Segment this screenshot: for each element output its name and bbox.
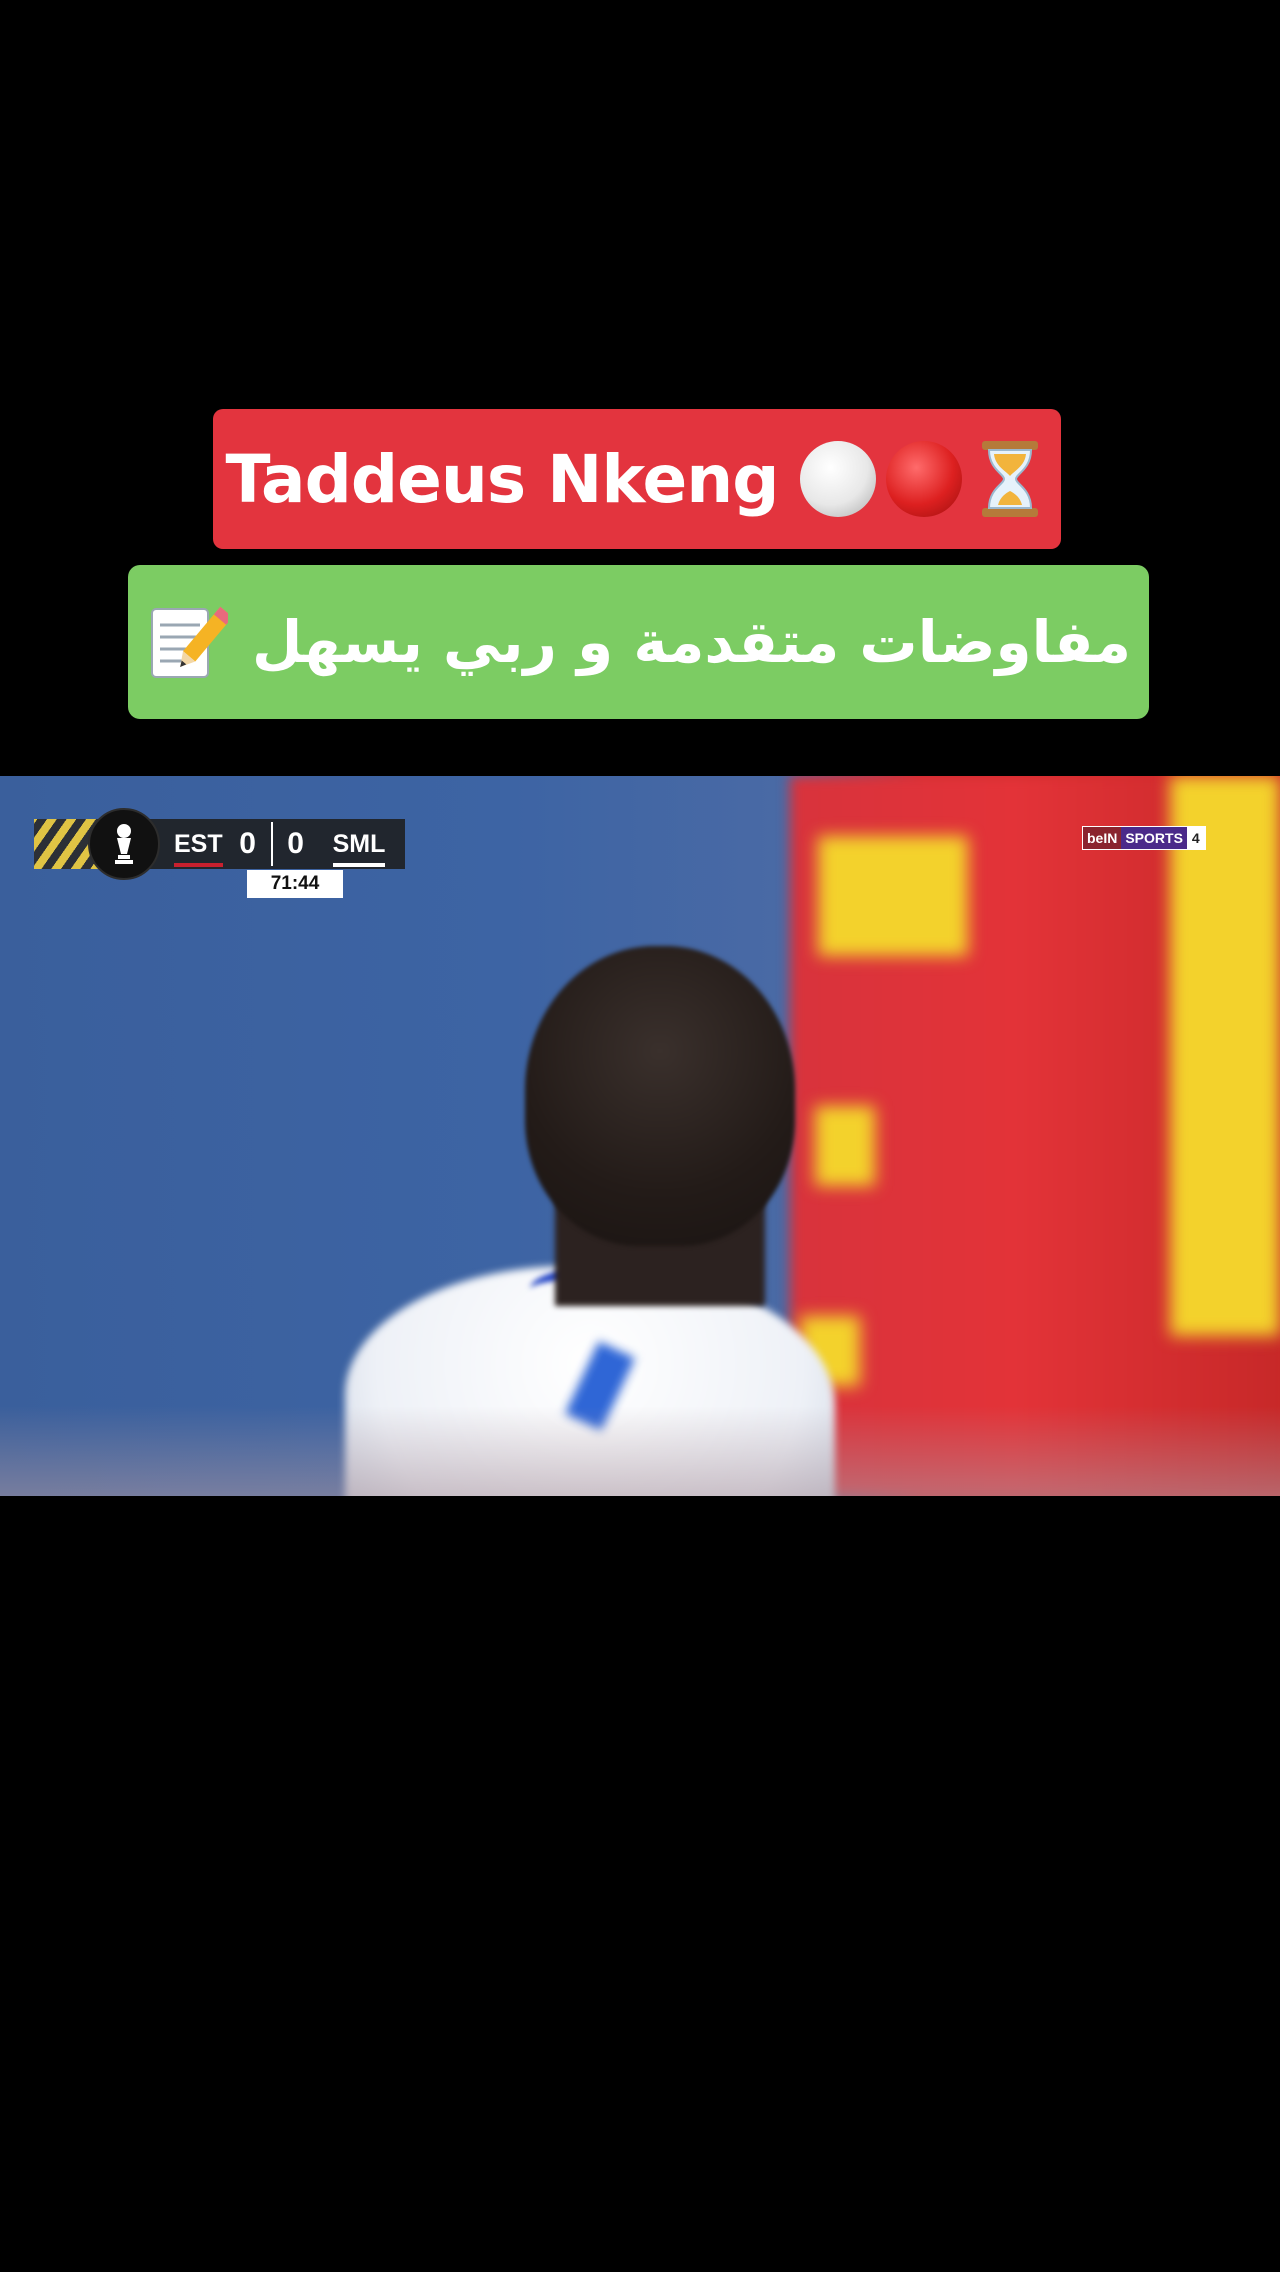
away-team-label: SML xyxy=(332,829,386,858)
broadcaster-logo: beIN SPORTS 4 xyxy=(1082,826,1206,850)
score-panel: EST 0 0 SML xyxy=(150,819,406,869)
status-caption: مفاوضات متقدمة و ربي يسهل xyxy=(128,565,1149,719)
jersey-stripe xyxy=(815,1106,875,1186)
field-band xyxy=(0,1406,1280,1496)
player-head xyxy=(525,946,795,1246)
scorebug: EST 0 0 SML xyxy=(34,808,406,880)
video-frame[interactable] xyxy=(0,776,1280,1496)
home-score: 0 xyxy=(239,827,256,860)
broadcaster-brand: beIN xyxy=(1083,827,1122,849)
home-team-label: EST xyxy=(174,829,223,858)
name-caption-emojis xyxy=(800,439,1048,519)
away-team: SML xyxy=(327,829,392,867)
name-caption-text: Taddeus Nkeng xyxy=(225,440,780,518)
away-team-color-bar xyxy=(332,862,386,867)
score-divider xyxy=(270,822,273,866)
memo-icon xyxy=(150,606,228,678)
white-circle-icon xyxy=(800,441,877,517)
home-team-color-bar xyxy=(174,862,223,867)
name-caption: Taddeus Nkeng xyxy=(213,409,1061,549)
status-caption-text: مفاوضات متقدمة و ربي يسهل xyxy=(251,608,1132,676)
jersey-stripe xyxy=(818,836,968,956)
jersey-stripe xyxy=(1170,776,1280,1336)
match-clock: 71:44 xyxy=(247,870,343,898)
away-score: 0 xyxy=(287,827,304,860)
hourglass-icon xyxy=(982,441,1039,517)
broadcaster-channel: 4 xyxy=(1186,827,1205,849)
trophy-icon xyxy=(88,808,160,880)
broadcaster-product: SPORTS xyxy=(1121,827,1187,849)
red-circle-icon xyxy=(886,441,963,517)
home-team: EST xyxy=(168,829,229,867)
